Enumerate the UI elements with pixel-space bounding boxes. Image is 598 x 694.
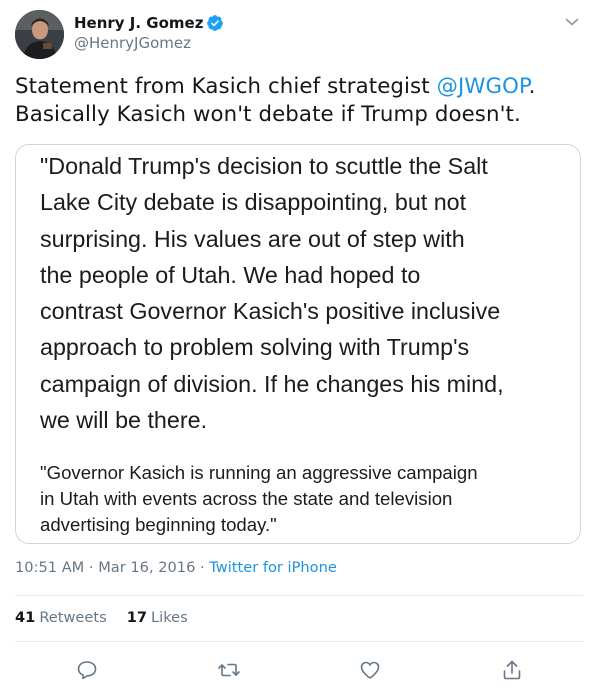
likes-label: Likes xyxy=(151,609,188,626)
quote-line: approach to problem solving with Trump's xyxy=(40,334,470,361)
tweet: Henry J. Gomez @HenryJGomez Statement fr… xyxy=(0,0,598,694)
meta-separator: · xyxy=(88,559,99,576)
attached-image[interactable]: "Donald Trump's decision to scuttle the … xyxy=(15,144,581,544)
quote-line: campaign of division. If he changes his … xyxy=(40,370,504,397)
avatar[interactable] xyxy=(15,10,64,59)
quote-line: the people of Utah. We had hoped to xyxy=(40,261,421,288)
retweets-stat[interactable]: 41 Retweets xyxy=(15,609,107,626)
tweet-date[interactable]: Mar 16, 2016 xyxy=(98,559,195,576)
quote-line: we will be there. xyxy=(40,407,208,434)
tweet-text-segment: . xyxy=(528,74,536,99)
quote-line: advertising beginning today." xyxy=(40,514,277,535)
likes-count: 17 xyxy=(126,609,148,626)
divider xyxy=(15,595,583,596)
tweet-text: Statement from Kasich chief strategist @… xyxy=(15,73,590,129)
quote-line: in Utah with events across the state and… xyxy=(40,488,453,509)
quote-line: "Governor Kasich is running an aggressiv… xyxy=(40,462,478,483)
mention-link[interactable]: @JWGOP xyxy=(437,74,529,99)
tweet-time[interactable]: 10:51 AM xyxy=(15,559,84,576)
retweets-count: 41 xyxy=(15,609,36,626)
tweet-text-line-2: Basically Kasich won't debate if Trump d… xyxy=(15,102,521,127)
quote-line: Lake City debate is disappointing, but n… xyxy=(40,189,467,216)
like-icon[interactable] xyxy=(358,658,382,682)
quote-line: surprising. His values are out of step w… xyxy=(40,225,465,252)
tweet-text-segment: Statement from Kasich chief strategist xyxy=(15,74,437,99)
tweet-actions xyxy=(0,655,598,685)
tweet-stats: 41 Retweets 17 Likes xyxy=(15,609,208,626)
chevron-down-icon[interactable] xyxy=(562,12,582,32)
tweet-meta: 10:51 AM · Mar 16, 2016 · Twitter for iP… xyxy=(15,559,337,576)
author-display-name[interactable]: Henry J. Gomez xyxy=(74,14,203,32)
verified-badge-icon xyxy=(206,14,224,32)
likes-stat[interactable]: 17 Likes xyxy=(127,609,188,626)
author-handle[interactable]: @HenryJGomez xyxy=(74,34,191,52)
statement-quote: "Donald Trump's decision to scuttle the … xyxy=(40,148,576,438)
retweets-label: Retweets xyxy=(39,609,107,626)
share-icon[interactable] xyxy=(500,658,524,682)
author-name-row[interactable]: Henry J. Gomez xyxy=(74,13,224,33)
tweet-text-line-1: Statement from Kasich chief strategist @… xyxy=(15,73,590,101)
retweet-icon[interactable] xyxy=(217,658,241,682)
reply-icon[interactable] xyxy=(75,658,99,682)
meta-separator: · xyxy=(200,559,210,576)
divider xyxy=(15,641,583,642)
quote-line: contrast Governor Kasich's positive incl… xyxy=(40,298,501,325)
quote-line: "Donald Trump's decision to scuttle the … xyxy=(40,153,488,179)
tweet-source-link[interactable]: Twitter for iPhone xyxy=(209,559,337,576)
statement-second-paragraph: "Governor Kasich is running an aggressiv… xyxy=(40,460,576,538)
